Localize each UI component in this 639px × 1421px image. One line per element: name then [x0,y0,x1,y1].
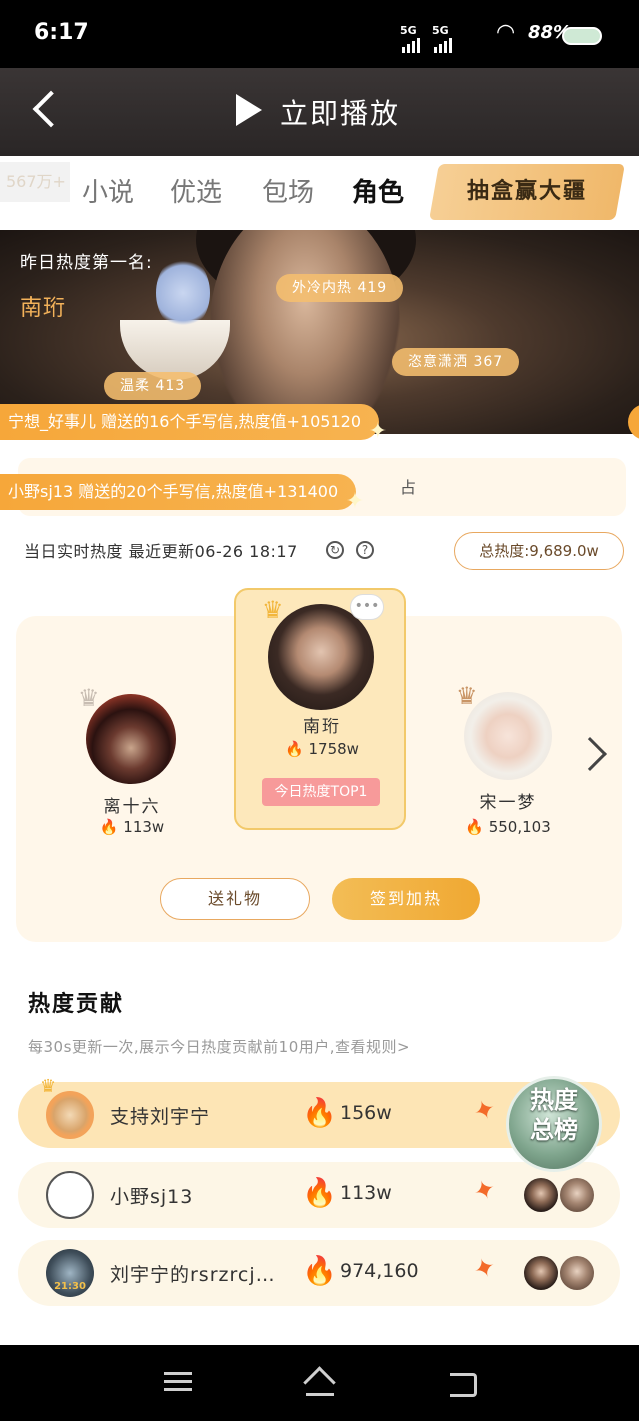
first-heat-value: 1758w [308,740,359,758]
total-heat-pill[interactable]: 总热度:9,689.0w [454,532,624,570]
third-heat-value: 550,103 [488,818,551,836]
second-heat-value: 113w [123,818,165,836]
back-icon[interactable] [444,1367,484,1399]
user-avatar [46,1091,94,1139]
first-name: 南珩 [303,717,341,737]
system-navbar [0,1345,639,1421]
flame-icon: 🔥 [285,740,304,758]
tab-characters[interactable]: 角色 [352,172,404,209]
section-subtitle-rules-link[interactable]: 每30s更新一次,展示今日热度贡献前10用户,查看规则> [28,1036,410,1057]
network-label-2: 5G [432,24,449,37]
signal-icon-1 [402,38,420,53]
flame-icon: 🔥 [465,818,484,836]
third-heat: 🔥 550,103 [428,818,588,836]
mini-avatar [524,1178,558,1212]
crown-icon: ♛ [78,684,100,712]
contrib-heat: 156w [340,1102,392,1124]
user-avatar [46,1171,94,1219]
contrib-row[interactable]: 21:30 刘宇宁的rsrzrcj… 🔥 974,160 ✦ [18,1240,620,1306]
banner-teacup [120,320,230,380]
tab-booking[interactable]: 包场 [262,172,314,209]
status-time: 6:17 [34,20,89,45]
send-gift-button[interactable]: 送礼物 [160,878,310,920]
mini-avatar [560,1178,594,1212]
magic-wand-icon: ✦ [469,1251,501,1287]
home-icon[interactable] [300,1367,340,1399]
mini-avatar [560,1256,594,1290]
gift-ticker: 宁想_好事儿 赠送的16个手写信,热度值+105120 ✦ [0,404,387,444]
magic-wand-icon: ✦ [469,1173,501,1209]
mini-avatar [524,1256,558,1290]
video-header: 立即播放 [0,68,639,156]
banner-tag: 外冷内热 419 [276,274,404,302]
wifi-icon: ◠ [496,20,516,45]
heat-update-text: 当日实时热度 最近更新06-26 18:17 [24,542,298,561]
contrib-row[interactable]: 小野sj13 🔥 113w ✦ [18,1162,620,1228]
flame-icon: 🔥 [302,1254,337,1287]
top1-badge: 今日热度TOP1 [262,778,380,806]
contrib-heat: 113w [340,1182,392,1204]
chat-bubble-icon[interactable]: ••• [350,594,384,620]
contrib-user-name: 刘宇宁的rsrzrcj… [110,1264,276,1286]
back-button[interactable] [28,88,68,132]
checkin-boost-button[interactable]: 签到加热 [332,878,480,920]
sparkle-icon: ✦ [368,419,388,444]
second-name: 离十六 [103,797,161,817]
avatar-first[interactable] [268,604,374,710]
banner-rank-title: 昨日热度第一名: [20,253,153,273]
section-title: 热度贡献 [28,992,125,1017]
float-label-bottom: 总榜 [530,1116,578,1144]
flame-icon: 🔥 [302,1176,337,1209]
refresh-icon[interactable]: ↻ [326,541,344,559]
network-label-1: 5G [400,24,417,37]
contrib-user-name: 小野sj13 [110,1186,194,1208]
status-bar: 6:17 5G 5G ◠ 88% [0,0,639,68]
help-icon[interactable]: ? [356,541,374,559]
banner-rank-name: 南珩 [20,296,67,321]
gift-ticker: 小野sj13 赠送的20个手写信,热度值+131400 ✦ [0,474,364,514]
banner-fluff [156,256,210,330]
crown-icon: ♛ [262,596,284,624]
promo-button[interactable]: 抽盒赢大疆 [429,164,625,220]
float-label-top: 热度 [530,1086,578,1114]
gift-ticker-text: 宁想_好事儿 赠送的16个手写信,热度值+105120 [8,412,362,431]
tab-bar: 567万+ 小说 优选 包场 角色 抽盒赢大疆 [0,156,639,230]
menu-icon[interactable] [158,1367,198,1399]
contrib-heat: 974,160 [340,1260,419,1282]
gift-ticker-text: 小野sj13 赠送的20个手写信,热度值+131400 [8,482,339,501]
count-badge: 567万+ [0,162,70,202]
tab-novel[interactable]: 小说 [82,172,134,209]
avatar-second[interactable] [86,694,176,784]
contrib-user-name: 支持刘宇宁 [110,1106,211,1128]
overall-ranking-button[interactable]: 热度 总榜 [506,1076,602,1172]
promo-label: 抽盒赢大疆 [466,179,587,204]
notice-tail: 占 [400,478,417,497]
flame-icon: 🔥 [302,1096,337,1129]
ranking-podium: ♛ 离十六 🔥 113w ♛ ••• 南珩 🔥 1758w 今日热度TOP1 ♛… [16,588,622,942]
play-now-label[interactable]: 立即播放 [280,92,400,132]
third-name: 宋一梦 [479,793,537,813]
crown-icon: ♛ [40,1076,57,1097]
play-icon[interactable] [236,94,262,126]
banner-tag: 恣意潇洒 367 [392,348,520,376]
battery-icon [562,27,602,45]
sparkle-icon: ✦ [345,489,365,514]
magic-wand-icon: ✦ [469,1093,501,1129]
banner-tag: 温柔 413 [104,372,202,400]
tab-featured[interactable]: 优选 [170,172,222,209]
second-heat: 🔥 113w [52,818,212,836]
chevron-right-icon[interactable] [573,737,607,771]
flame-icon: 🔥 [99,818,119,836]
first-heat: 🔥 1758w [242,740,402,758]
avatar-third[interactable] [464,692,552,780]
signal-icon-2 [434,38,452,53]
first-place-card[interactable]: ♛ ••• 南珩 🔥 1758w 今日热度TOP1 [234,588,406,830]
user-avatar: 21:30 [46,1249,94,1297]
